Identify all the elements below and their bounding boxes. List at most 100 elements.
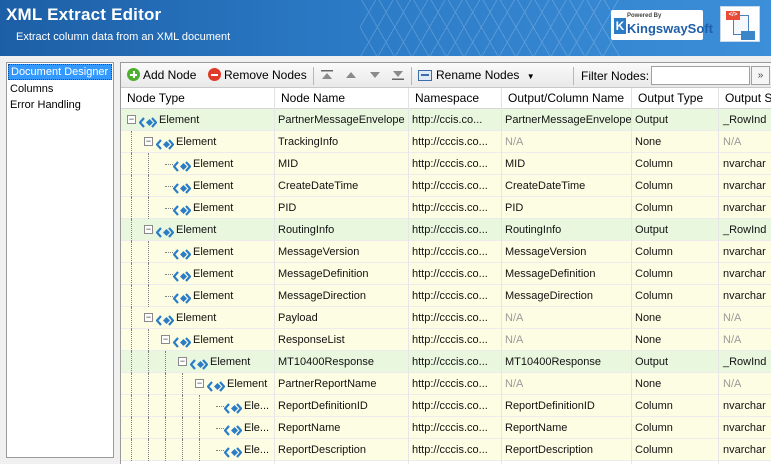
collapse-icon[interactable]: −	[144, 225, 153, 234]
node-name-cell[interactable]: MessageDirection	[274, 285, 408, 307]
namespace-cell[interactable]: http://cccis.co...	[408, 395, 502, 417]
output-type-cell[interactable]: Column	[631, 439, 717, 461]
output-column-name-cell[interactable]: PID	[501, 197, 632, 219]
output-type-cell[interactable]: None	[631, 131, 717, 153]
output-type-cell[interactable]: Column	[631, 285, 717, 307]
namespace-cell[interactable]: http://ccis.co...	[408, 109, 502, 131]
node-name-cell[interactable]: PartnerReportName	[274, 373, 408, 395]
remove-nodes-button[interactable]: Remove Nodes	[208, 67, 307, 84]
node-row[interactable]: Element MID http://cccis.co... MID Column nva…	[121, 153, 771, 175]
node-row[interactable]: − Element ResponseList http://cccis.co... N/…	[121, 329, 771, 351]
node-name-cell[interactable]: MessageVersion	[274, 241, 408, 263]
output-column-name-cell[interactable]: N/A	[501, 307, 632, 329]
output-size-cell[interactable]: nvarchar	[719, 197, 771, 219]
collapse-icon[interactable]: −	[161, 335, 170, 344]
output-type-cell[interactable]: None	[631, 373, 717, 395]
namespace-cell[interactable]: http://cccis.co...	[408, 285, 502, 307]
output-column-name-cell[interactable]: PartnerMessageEnvelope	[501, 109, 632, 131]
column-header-node-name[interactable]: Node Name	[275, 88, 409, 109]
namespace-cell[interactable]: http://cccis.co...	[408, 131, 502, 153]
node-name-cell[interactable]: PartnerMessageEnvelope	[274, 109, 408, 131]
output-size-cell[interactable]: N/A	[719, 131, 771, 153]
output-column-name-cell[interactable]: MessageDirection	[501, 285, 632, 307]
output-column-name-cell[interactable]: N/A	[501, 373, 632, 395]
output-size-cell[interactable]: nvarchar	[719, 263, 771, 285]
node-row[interactable]: − Element PartnerReportName http://cccis.co…	[121, 373, 771, 395]
output-type-cell[interactable]: Output	[631, 351, 717, 373]
node-name-cell[interactable]: CreateDateTime	[274, 175, 408, 197]
output-size-cell[interactable]: N/A	[719, 373, 771, 395]
output-column-name-cell[interactable]: MT10400Response	[501, 351, 632, 373]
filter-expand-button[interactable]: »	[751, 66, 770, 85]
output-column-name-cell[interactable]: CreateDateTime	[501, 175, 632, 197]
node-row[interactable]: − Element PartnerMessageEnvelope http://cci…	[121, 109, 771, 131]
move-bottom-icon[interactable]	[391, 69, 405, 81]
output-column-name-cell[interactable]: N/A	[501, 329, 632, 351]
column-header-output-type[interactable]: Output Type	[632, 88, 719, 109]
node-row[interactable]: − Element TrackingInfo http://cccis.co... N/…	[121, 131, 771, 153]
output-type-cell[interactable]: Output	[631, 219, 717, 241]
move-down-icon[interactable]	[368, 69, 382, 81]
node-name-cell[interactable]: MT10400Response	[274, 351, 408, 373]
output-type-cell[interactable]: Column	[631, 153, 717, 175]
output-type-cell[interactable]: None	[631, 329, 717, 351]
output-type-cell[interactable]: Column	[631, 197, 717, 219]
output-size-cell[interactable]: _RowInd	[719, 219, 771, 241]
node-row[interactable]: Element PID http://cccis.co... PID Column nva…	[121, 197, 771, 219]
node-row[interactable]: Element MessageVersion http://cccis.co... M…	[121, 241, 771, 263]
output-column-name-cell[interactable]: RoutingInfo	[501, 219, 632, 241]
output-type-cell[interactable]: Column	[631, 175, 717, 197]
output-size-cell[interactable]: nvarchar	[719, 417, 771, 439]
node-name-cell[interactable]: ReportDescription	[274, 439, 408, 461]
node-row[interactable]: − Element MT10400Response http://cccis.co..…	[121, 351, 771, 373]
collapse-icon[interactable]: −	[144, 313, 153, 322]
node-name-cell[interactable]: Payload	[274, 307, 408, 329]
node-row[interactable]: Ele... ReportDefinitionID http://cccis.co.…	[121, 395, 771, 417]
output-size-cell[interactable]: nvarchar	[719, 241, 771, 263]
namespace-cell[interactable]: http://cccis.co...	[408, 153, 502, 175]
output-size-cell[interactable]: nvarchar	[719, 285, 771, 307]
node-row[interactable]: Element CreateDateTime http://cccis.co... C…	[121, 175, 771, 197]
collapse-icon[interactable]: −	[195, 379, 204, 388]
node-name-cell[interactable]: RoutingInfo	[274, 219, 408, 241]
namespace-cell[interactable]: http://cccis.co...	[408, 263, 502, 285]
output-column-name-cell[interactable]: N/A	[501, 131, 632, 153]
output-type-cell[interactable]: Output	[631, 109, 717, 131]
output-type-cell[interactable]: Column	[631, 417, 717, 439]
namespace-cell[interactable]: http://cccis.co...	[408, 219, 502, 241]
collapse-icon[interactable]: −	[178, 357, 187, 366]
node-name-cell[interactable]: PID	[274, 197, 408, 219]
output-size-cell[interactable]: nvarchar	[719, 153, 771, 175]
node-name-cell[interactable]: ReportDefinitionID	[274, 395, 408, 417]
column-header-namespace[interactable]: Namespace	[409, 88, 502, 109]
collapse-icon[interactable]: −	[144, 137, 153, 146]
namespace-cell[interactable]: http://cccis.co...	[408, 373, 502, 395]
node-row[interactable]: Ele... ReportName http://cccis.co... Report…	[121, 417, 771, 439]
output-column-name-cell[interactable]: MID	[501, 153, 632, 175]
namespace-cell[interactable]: http://cccis.co...	[408, 351, 502, 373]
output-type-cell[interactable]: Column	[631, 241, 717, 263]
node-row[interactable]: − Element Payload http://cccis.co... N/A None…	[121, 307, 771, 329]
move-top-icon[interactable]	[320, 69, 334, 81]
node-row[interactable]: − Element RoutingInfo http://cccis.co... Rou…	[121, 219, 771, 241]
namespace-cell[interactable]: http://cccis.co...	[408, 197, 502, 219]
add-node-button[interactable]: Add Node	[127, 67, 196, 84]
output-type-cell[interactable]: None	[631, 307, 717, 329]
node-row[interactable]: Element MessageDirection http://cccis.co..…	[121, 285, 771, 307]
output-type-cell[interactable]: Column	[631, 263, 717, 285]
output-column-name-cell[interactable]: ReportName	[501, 417, 632, 439]
nav-item-columns[interactable]: Columns	[7, 81, 113, 97]
output-size-cell[interactable]: nvarchar	[719, 439, 771, 461]
node-name-cell[interactable]: MessageDefinition	[274, 263, 408, 285]
namespace-cell[interactable]: http://cccis.co...	[408, 241, 502, 263]
output-column-name-cell[interactable]: MessageVersion	[501, 241, 632, 263]
output-size-cell[interactable]: nvarchar	[719, 395, 771, 417]
namespace-cell[interactable]: http://cccis.co...	[408, 307, 502, 329]
output-column-name-cell[interactable]: ReportDefinitionID	[501, 395, 632, 417]
collapse-icon[interactable]: −	[127, 115, 136, 124]
column-header-output-column-name[interactable]: Output/Column Name	[502, 88, 632, 109]
node-name-cell[interactable]: TrackingInfo	[274, 131, 408, 153]
node-name-cell[interactable]: ReportName	[274, 417, 408, 439]
nav-item-error-handling[interactable]: Error Handling	[7, 97, 113, 113]
node-row[interactable]: Ele... ReportDescription http://cccis.co..…	[121, 439, 771, 461]
